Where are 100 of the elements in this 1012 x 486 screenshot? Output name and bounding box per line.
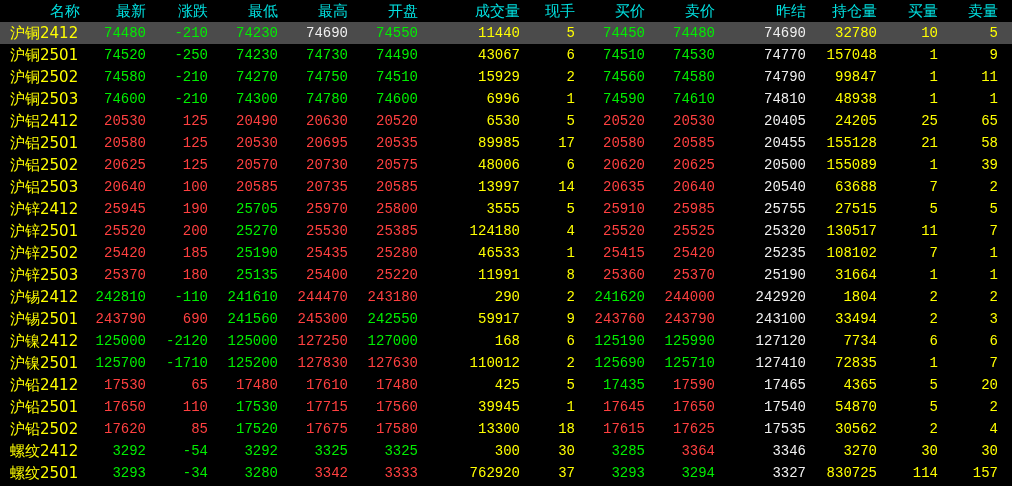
table-cell-text: 21: [920, 135, 938, 151]
table-cell-text: 54870: [834, 399, 877, 415]
contract-name: 沪铜2501: [9, 45, 80, 65]
table-cell-text: 17530: [103, 377, 146, 393]
contract-name: 螺纹2412: [9, 441, 80, 461]
table-cell-text: 6530: [485, 113, 520, 129]
contract-name: 沪锡2501: [9, 309, 80, 329]
table-cell-text: 20625: [103, 157, 146, 173]
table-cell-text: 11: [920, 223, 938, 239]
column-header[interactable]: 开盘: [348, 1, 418, 21]
table-cell-text: 2: [988, 289, 998, 305]
table-cell-text: 1: [988, 267, 998, 283]
table-cell-text: 59917: [477, 311, 520, 327]
column-header[interactable]: 昨结: [715, 1, 806, 21]
column-header[interactable]: 最高: [278, 1, 348, 21]
table-cell-text: 20520: [602, 113, 645, 129]
contract-name: 沪锌2502: [9, 243, 80, 263]
table-cell-text: 17675: [305, 421, 348, 437]
table-cell-text: 5: [928, 377, 938, 393]
table-row[interactable]: 螺纹2501 3293 -34 3280 3342 3333 762920 37 3293 3294 3327 830725 114 157: [0, 462, 1012, 484]
table-cell-text: 74580: [103, 69, 146, 85]
column-header[interactable]: 持仓量: [806, 1, 877, 21]
table-row[interactable]: 沪锡2501 243790 690 241560 245300 242550 59917 9 243760 243790 243100 33494 2 3: [0, 308, 1012, 330]
table-row[interactable]: 沪铜2503 74600 -210 74300 74780 74600 6996 1 74590 74610 74810 48938 1 1: [0, 88, 1012, 110]
column-header[interactable]: 涨跌: [146, 1, 208, 21]
column-header[interactable]: 成交量: [418, 1, 520, 21]
table-cell-text: 25970: [305, 201, 348, 217]
column-header[interactable]: 名称: [0, 1, 80, 21]
table-row[interactable]: 沪镍2501 125700 -1710 125200 127830 127630 110012 2 125690 125710 127410 72835 1 7: [0, 352, 1012, 374]
column-header[interactable]: 现手: [520, 1, 575, 21]
table-cell-text: 11440: [477, 25, 520, 41]
contract-name: 沪锌2503: [9, 265, 80, 285]
table-cell-text: 17540: [763, 399, 806, 415]
table-cell-text: 30: [980, 443, 998, 459]
table-cell-text: 17620: [103, 421, 146, 437]
table-cell-text: 17520: [235, 421, 278, 437]
table-cell-text: 74610: [672, 91, 715, 107]
column-header[interactable]: 最新: [80, 1, 146, 21]
table-cell-text: 39: [980, 157, 998, 173]
table-cell-text: 125000: [226, 333, 278, 349]
table-cell-text: 20620: [602, 157, 645, 173]
table-cell-text: -2120: [165, 333, 208, 349]
table-cell-text: 241560: [226, 311, 278, 327]
table-cell-text: 2: [928, 421, 938, 437]
table-cell-text: 3325: [383, 443, 418, 459]
table-row[interactable]: 沪锌2503 25370 180 25135 25400 25220 11991 8 25360 25370 25190 31664 1 1: [0, 264, 1012, 286]
table-cell-text: 5: [565, 113, 575, 129]
column-header[interactable]: 买价: [575, 1, 645, 21]
table-cell-text: 32780: [834, 25, 877, 41]
table-row[interactable]: 沪铝2501 20580 125 20530 20695 20535 89985 17 20580 20585 20455 155128 21 58: [0, 132, 1012, 154]
table-cell-text: 25420: [672, 245, 715, 261]
table-cell-text: 3292: [243, 443, 278, 459]
table-row[interactable]: 沪锡2412 242810 -110 241610 244470 243180 290 2 241620 244000 242920 1804 2 2: [0, 286, 1012, 308]
table-cell-text: 25370: [672, 267, 715, 283]
table-row[interactable]: 沪锌2412 25945 190 25705 25970 25800 3555 5 25910 25985 25755 27515 5 5: [0, 198, 1012, 220]
table-cell-text: 127630: [366, 355, 418, 371]
table-cell-text: 74690: [763, 25, 806, 41]
table-cell-text: -1710: [165, 355, 208, 371]
table-cell-text: 63688: [834, 179, 877, 195]
table-row[interactable]: 沪铜2501 74520 -250 74230 74730 74490 43067 6 74510 74530 74770 157048 1 9: [0, 44, 1012, 66]
table-cell-text: 17650: [103, 399, 146, 415]
table-cell-text: 6: [988, 333, 998, 349]
column-header[interactable]: 最低: [208, 1, 278, 21]
table-row[interactable]: 沪铅2501 17650 110 17530 17715 17560 39945 1 17645 17650 17540 54870 5 2: [0, 396, 1012, 418]
table-cell-text: 3270: [842, 443, 877, 459]
table-cell-text: 3292: [111, 443, 146, 459]
table-cell-text: -34: [181, 465, 208, 481]
table-row[interactable]: 沪铝2502 20625 125 20570 20730 20575 48006 6 20620 20625 20500 155089 1 39: [0, 154, 1012, 176]
column-header[interactable]: 买量: [877, 1, 938, 21]
table-row[interactable]: 螺纹2412 3292 -54 3292 3325 3325 300 30 3285 3364 3346 3270 30 30: [0, 440, 1012, 462]
table-row[interactable]: 沪铅2502 17620 85 17520 17675 17580 13300 18 17615 17625 17535 30562 2 4: [0, 418, 1012, 440]
table-cell-text: 25420: [103, 245, 146, 261]
table-cell-text: 13997: [477, 179, 520, 195]
table-cell-text: 241610: [226, 289, 278, 305]
table-cell-text: 17480: [235, 377, 278, 393]
table-cell-text: 3280: [243, 465, 278, 481]
table-cell-text: 20490: [235, 113, 278, 129]
table-cell-text: 1: [928, 157, 938, 173]
column-header[interactable]: 卖量: [938, 1, 998, 21]
table-cell-text: 1: [565, 91, 575, 107]
table-row[interactable]: 沪锌2501 25520 200 25270 25530 25385 124180 4 25520 25525 25320 130517 11 7: [0, 220, 1012, 242]
table-cell-text: 43067: [477, 47, 520, 63]
table-row[interactable]: 沪铝2503 20640 100 20585 20735 20585 13997 14 20635 20640 20540 63688 7 2: [0, 176, 1012, 198]
table-cell-text: 8: [565, 267, 575, 283]
table-row[interactable]: 沪铝2412 20530 125 20490 20630 20520 6530 5 20520 20530 20405 24205 25 65: [0, 110, 1012, 132]
table-cell-text: 3333: [383, 465, 418, 481]
table-cell-text: 7734: [842, 333, 877, 349]
table-cell-text: 5: [565, 377, 575, 393]
table-cell-text: 17560: [375, 399, 418, 415]
table-row[interactable]: 沪铜2502 74580 -210 74270 74750 74510 15929 2 74560 74580 74790 99847 1 11: [0, 66, 1012, 88]
table-row[interactable]: 沪铜2412 74480 -210 74230 74690 74550 11440 5 74450 74480 74690 32780 10 5: [0, 22, 1012, 44]
table-row[interactable]: 沪锌2502 25420 185 25190 25435 25280 46533 1 25415 25420 25235 108102 7 1: [0, 242, 1012, 264]
table-row[interactable]: 沪铅2412 17530 65 17480 17610 17480 425 5 17435 17590 17465 4365 5 20: [0, 374, 1012, 396]
table-cell-text: 127000: [366, 333, 418, 349]
table-cell-text: 20455: [763, 135, 806, 151]
table-cell-text: 74550: [375, 25, 418, 41]
column-header[interactable]: 卖价: [645, 1, 715, 21]
table-cell-text: 24205: [834, 113, 877, 129]
table-cell-text: 243760: [593, 311, 645, 327]
table-row[interactable]: 沪镍2412 125000 -2120 125000 127250 127000 168 6 125190 125990 127120 7734 6 6: [0, 330, 1012, 352]
